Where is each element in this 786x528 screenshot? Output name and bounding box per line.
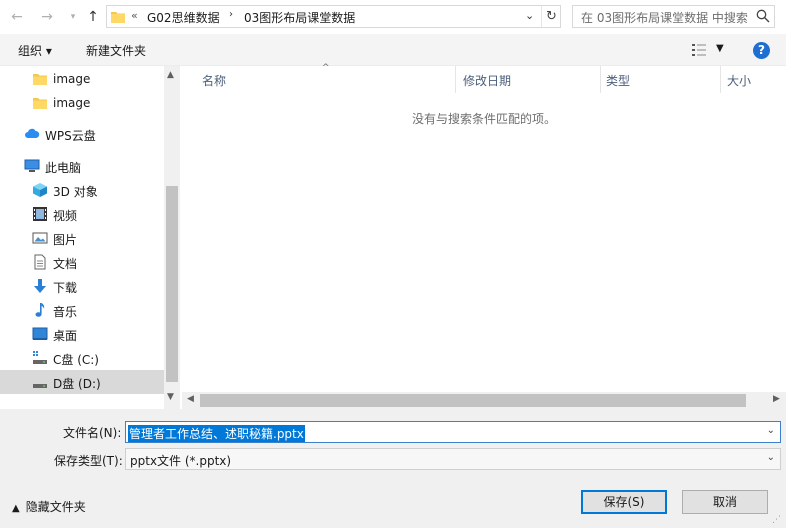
save-button[interactable]: 保存(S): [581, 490, 667, 514]
nav-item-c-drive[interactable]: C盘 (C:): [0, 346, 164, 370]
column-header-size[interactable]: 大小: [727, 72, 751, 89]
nav-item-videos[interactable]: 视频: [0, 202, 164, 226]
column-header-type[interactable]: 类型: [606, 72, 630, 89]
nav-item-label: C盘 (C:): [53, 353, 99, 367]
nav-item-label: 桌面: [53, 329, 78, 343]
forward-arrow-icon[interactable]: →: [36, 6, 58, 28]
file-list[interactable]: ^ 名称 修改日期 类型 大小 没有与搜索条件匹配的项。 ◀ ▶: [182, 63, 786, 409]
nav-item-3d-objects[interactable]: 3D 对象: [0, 178, 164, 202]
folder-icon: [33, 74, 47, 85]
nav-item-desktop[interactable]: 桌面: [0, 322, 164, 346]
address-dropdown-icon[interactable]: ⌄: [525, 9, 534, 22]
nav-item-music[interactable]: 音乐: [0, 298, 164, 322]
nav-item-label: WPS云盘: [45, 129, 96, 143]
command-bar: 组织 ▾ 新建文件夹 ▼ ?: [0, 34, 786, 66]
nav-item-image[interactable]: image: [0, 91, 164, 115]
document-icon: [34, 254, 46, 270]
nav-item-label: image: [53, 96, 91, 110]
drive-icon: [33, 384, 47, 388]
breadcrumb-overflow[interactable]: «: [131, 9, 138, 22]
filename-input[interactable]: 管理者工作总结、述职秘籍.pptx ⌄: [125, 421, 781, 443]
scroll-up-arrow-icon[interactable]: ▲: [167, 70, 174, 80]
nav-scrollbar-thumb[interactable]: [166, 186, 178, 382]
view-dropdown-icon[interactable]: ▼: [716, 43, 724, 54]
empty-results-message: 没有与搜索条件匹配的项。: [411, 112, 556, 126]
music-icon: [35, 303, 45, 317]
nav-item-downloads[interactable]: 下载: [0, 274, 164, 298]
folder-icon: [33, 98, 47, 109]
back-arrow-icon[interactable]: ←: [6, 6, 28, 28]
filename-dropdown-icon[interactable]: ⌄: [767, 425, 775, 436]
search-icon[interactable]: [756, 9, 770, 23]
hide-folders-label: 隐藏文件夹: [25, 500, 86, 514]
chevron-up-icon: ▲: [12, 503, 20, 514]
search-placeholder: 在 03图形布局课堂数据 中搜索: [581, 11, 748, 25]
nav-item-label: 3D 对象: [53, 185, 98, 199]
resize-grip-icon[interactable]: ⋰: [772, 515, 781, 525]
filename-value[interactable]: 管理者工作总结、述职秘籍.pptx: [128, 425, 305, 442]
nav-item-this-pc[interactable]: 此电脑: [0, 154, 164, 178]
folder-icon: [111, 12, 125, 23]
nav-item-pictures[interactable]: 图片: [0, 226, 164, 250]
picture-icon: [32, 232, 48, 244]
video-icon: [33, 207, 47, 221]
horizontal-scrollbar-thumb[interactable]: [200, 394, 746, 407]
nav-item-label: 图片: [53, 233, 78, 247]
column-divider[interactable]: [600, 66, 601, 93]
nav-item-documents[interactable]: 文档: [0, 250, 164, 274]
breadcrumb-item[interactable]: 03图形布局课堂数据: [244, 9, 355, 26]
column-header-date-modified[interactable]: 修改日期: [463, 72, 511, 89]
filetype-label: 保存类型(T):: [54, 454, 123, 468]
filetype-value: pptx文件 (*.pptx): [130, 454, 232, 468]
nav-item-wps-cloud[interactable]: WPS云盘: [0, 122, 164, 146]
breadcrumb-separator-icon[interactable]: ›: [229, 9, 233, 20]
computer-icon: [24, 159, 40, 172]
cube-icon: [33, 183, 47, 197]
scroll-left-arrow-icon[interactable]: ◀: [187, 394, 194, 404]
nav-item-label: 文档: [53, 257, 78, 271]
horizontal-scrollbar[interactable]: ◀ ▶: [182, 392, 786, 409]
search-input[interactable]: 在 03图形布局课堂数据 中搜索: [572, 5, 775, 28]
scroll-right-arrow-icon[interactable]: ▶: [773, 394, 780, 404]
filetype-select[interactable]: pptx文件 (*.pptx) ⌄: [125, 448, 781, 470]
address-bar[interactable]: « G02思维数据 › 03图形布局课堂数据 ⌄ ↻: [106, 5, 561, 28]
nav-item-label: 下载: [53, 281, 78, 295]
cancel-button[interactable]: 取消: [682, 490, 768, 514]
nav-item-label: 此电脑: [45, 161, 82, 175]
help-icon[interactable]: ?: [753, 42, 770, 59]
filename-label: 文件名(N):: [63, 426, 122, 440]
view-options-icon[interactable]: [692, 43, 706, 57]
navigation-pane[interactable]: image image WPS云盘 此电脑 3D 对象 视频 图片 文档 下载 …: [0, 66, 180, 409]
cloud-icon: [25, 128, 40, 138]
drive-icon: [33, 351, 47, 364]
nav-item-d-drive[interactable]: D盘 (D:): [0, 370, 164, 394]
recent-locations-chevron-icon[interactable]: ▾: [62, 6, 84, 28]
column-divider[interactable]: [455, 66, 456, 93]
refresh-icon[interactable]: ↻: [541, 6, 561, 27]
download-icon: [34, 279, 46, 293]
sort-ascending-icon: ^: [322, 63, 330, 73]
scroll-down-arrow-icon[interactable]: ▼: [167, 392, 174, 402]
column-divider[interactable]: [720, 66, 721, 93]
desktop-icon: [32, 327, 48, 340]
save-form: 文件名(N): 管理者工作总结、述职秘籍.pptx ⌄ 保存类型(T): ppt…: [0, 409, 786, 528]
column-header-name[interactable]: 名称: [202, 72, 226, 89]
nav-item-label: D盘 (D:): [53, 377, 101, 391]
organize-button[interactable]: 组织 ▾: [18, 42, 52, 59]
nav-item-label: image: [53, 72, 91, 86]
up-arrow-icon[interactable]: ↑: [82, 6, 104, 28]
filetype-dropdown-icon[interactable]: ⌄: [767, 452, 775, 463]
nav-item-label: 视频: [53, 209, 78, 223]
hide-folders-toggle[interactable]: ▲ 隐藏文件夹: [12, 498, 86, 515]
address-row: ← → ▾ ↑ « G02思维数据 › 03图形布局课堂数据 ⌄ ↻ 在 03图…: [0, 0, 786, 34]
nav-item-label: 音乐: [53, 305, 78, 319]
breadcrumb-item[interactable]: G02思维数据: [147, 9, 220, 26]
nav-scrollbar[interactable]: ▲ ▼: [164, 66, 180, 409]
new-folder-button[interactable]: 新建文件夹: [86, 42, 146, 59]
nav-item-image[interactable]: image: [0, 67, 164, 91]
